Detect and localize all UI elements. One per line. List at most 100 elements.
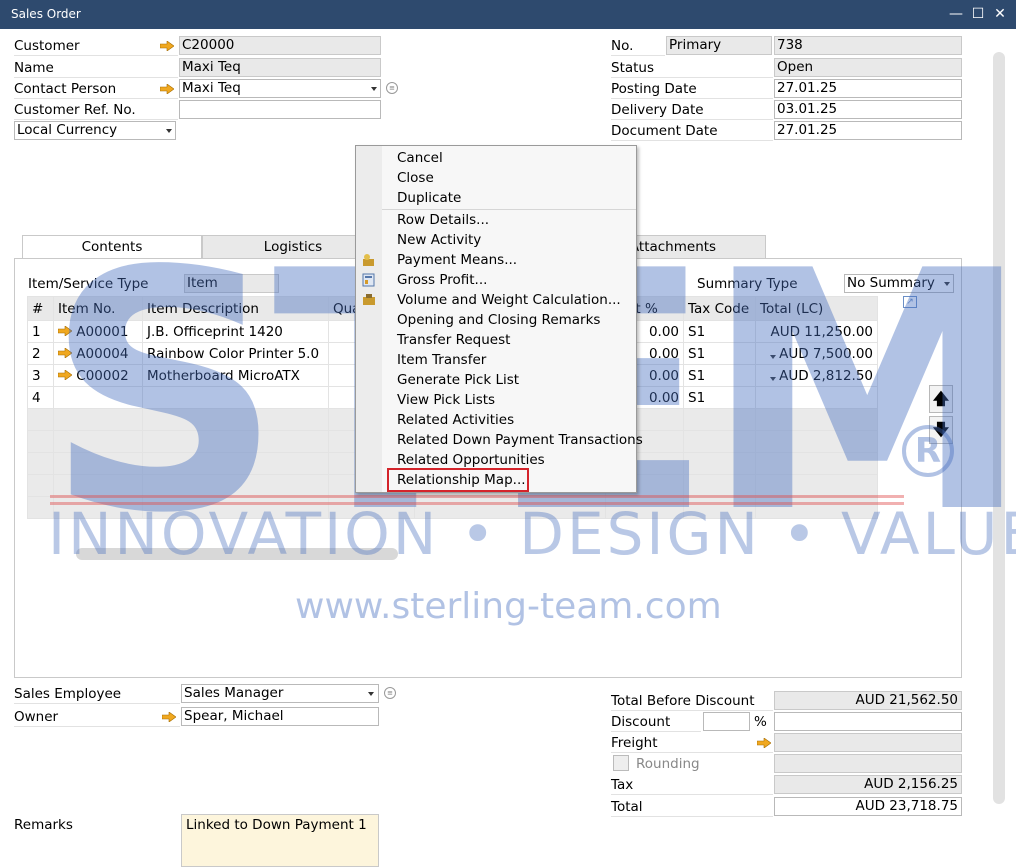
link-arrow-icon[interactable]: [757, 738, 771, 748]
menu-item-generate-pick-list[interactable]: Generate Pick List: [397, 370, 519, 390]
total-cell[interactable]: AUD 7,500.00: [755, 342, 878, 365]
item-no-cell[interactable]: A00004: [53, 342, 143, 365]
document-date-field[interactable]: 27.01.25: [774, 121, 962, 140]
menu-item-related-opportunities[interactable]: Related Opportunities: [397, 450, 545, 470]
currency-select[interactable]: Local Currency: [14, 121, 176, 140]
col-header[interactable]: Item Description: [142, 296, 329, 321]
expand-icon[interactable]: ↗: [903, 296, 917, 308]
name-field[interactable]: Maxi Teq: [179, 58, 381, 77]
chevron-down-icon[interactable]: [770, 377, 776, 381]
col-header[interactable]: Total (LC): [755, 296, 878, 321]
contact-person-select[interactable]: Maxi Teq: [179, 79, 381, 98]
sales-employee-label: Sales Employee: [14, 684, 180, 704]
tax-field[interactable]: AUD 2,156.25: [774, 775, 962, 794]
chevron-down-icon[interactable]: [371, 87, 377, 91]
status-field[interactable]: Open: [774, 58, 962, 77]
remarks-textarea[interactable]: Linked to Down Payment 1: [181, 814, 379, 867]
item-desc-cell[interactable]: Rainbow Color Printer 5.0: [142, 342, 329, 365]
link-arrow-icon[interactable]: [160, 84, 174, 94]
delivery-date-label: Delivery Date: [611, 100, 773, 120]
maximize-icon[interactable]: ☐: [968, 4, 988, 24]
tab-contents[interactable]: Contents: [22, 235, 202, 259]
total-cell[interactable]: [755, 386, 878, 409]
info-icon[interactable]: ≡: [386, 82, 398, 94]
link-arrow-icon[interactable]: [160, 41, 174, 51]
chevron-down-icon[interactable]: [770, 355, 776, 359]
contact-person-label: Contact Person: [14, 79, 178, 99]
close-icon[interactable]: ✕: [990, 4, 1010, 24]
item-desc-cell[interactable]: [142, 386, 329, 409]
col-header[interactable]: #: [27, 296, 54, 321]
freight-field[interactable]: [774, 733, 962, 752]
move-up-button[interactable]: 🡅: [929, 385, 953, 413]
item-no-cell[interactable]: A00001: [53, 320, 143, 343]
owner-field[interactable]: Spear, Michael: [181, 707, 379, 726]
tax-code-cell[interactable]: S1: [683, 386, 756, 409]
minimize-icon[interactable]: —: [946, 4, 966, 24]
item-no: A00004: [76, 345, 129, 362]
posting-date-label: Posting Date: [611, 79, 773, 99]
menu-item-duplicate[interactable]: Duplicate: [397, 188, 461, 208]
menu-item-row-details[interactable]: Row Details...: [397, 210, 489, 230]
menu-item-transfer-request[interactable]: Transfer Request: [397, 330, 510, 350]
empty-row: [27, 496, 878, 519]
vertical-scrollbar[interactable]: [993, 52, 1005, 804]
menu-item-gross-profit[interactable]: Gross Profit...: [397, 270, 487, 290]
rounding-checkbox[interactable]: [613, 755, 629, 771]
percent-sign: %: [754, 714, 767, 730]
link-arrow-icon[interactable]: [162, 712, 176, 722]
total-label: Total: [611, 797, 773, 817]
discount-amount-field[interactable]: [774, 712, 962, 731]
menu-item-related-activities[interactable]: Related Activities: [397, 410, 514, 430]
rounding-field[interactable]: [774, 754, 962, 773]
item-desc-cell[interactable]: J.B. Officeprint 1420: [142, 320, 329, 343]
menu-item-cancel[interactable]: Cancel: [397, 148, 443, 168]
info-icon[interactable]: ≡: [384, 687, 396, 699]
doc-number-field[interactable]: 738: [774, 36, 962, 55]
tax-code-cell[interactable]: S1: [683, 320, 756, 343]
total-cell[interactable]: AUD 11,250.00: [755, 320, 878, 343]
delivery-date-field[interactable]: 03.01.25: [774, 100, 962, 119]
freight-label: Freight: [611, 733, 773, 753]
menu-item-related-down-payment[interactable]: Related Down Payment Transactions: [397, 430, 643, 450]
chevron-down-icon[interactable]: [944, 282, 950, 286]
item-no-cell[interactable]: [53, 386, 143, 409]
rounding-label: Rounding: [636, 756, 700, 772]
total-cell[interactable]: AUD 2,812.50: [755, 364, 878, 387]
link-arrow-icon[interactable]: [57, 368, 73, 381]
sales-employee-select[interactable]: Sales Manager: [181, 684, 379, 703]
posting-date-field[interactable]: 27.01.25: [774, 79, 962, 98]
col-header[interactable]: Tax Code: [683, 296, 756, 321]
row-number: 1: [27, 320, 54, 343]
volume-weight-icon: [363, 294, 375, 305]
move-down-button[interactable]: 🡇: [929, 416, 953, 444]
tax-code-cell[interactable]: S1: [683, 364, 756, 387]
menu-item-opening-closing-remarks[interactable]: Opening and Closing Remarks: [397, 310, 600, 330]
link-arrow-icon[interactable]: [57, 324, 73, 337]
discount-percent-field[interactable]: [703, 712, 750, 731]
total-field[interactable]: AUD 23,718.75: [774, 797, 962, 816]
customer-ref-field[interactable]: [179, 100, 381, 119]
menu-item-item-transfer[interactable]: Item Transfer: [397, 350, 486, 370]
item-desc-cell[interactable]: Motherboard MicroATX: [142, 364, 329, 387]
customer-ref-label: Customer Ref. No.: [14, 100, 178, 120]
document-date-label: Document Date: [611, 121, 773, 141]
series-select[interactable]: Primary: [666, 36, 772, 55]
item-type-select[interactable]: Item: [184, 274, 279, 293]
chevron-down-icon[interactable]: [166, 129, 172, 133]
menu-item-close[interactable]: Close: [397, 168, 434, 188]
chevron-down-icon[interactable]: [368, 692, 374, 696]
link-arrow-icon[interactable]: [57, 346, 73, 359]
menu-item-volume-weight[interactable]: Volume and Weight Calculation...: [397, 290, 621, 310]
horizontal-scrollbar[interactable]: [76, 548, 398, 560]
customer-field[interactable]: C20000: [179, 36, 381, 55]
item-no-cell[interactable]: C00002: [53, 364, 143, 387]
menu-item-new-activity[interactable]: New Activity: [397, 230, 481, 250]
col-header[interactable]: Item No.: [53, 296, 143, 321]
menu-item-view-pick-lists[interactable]: View Pick Lists: [397, 390, 495, 410]
tax-code-cell[interactable]: S1: [683, 342, 756, 365]
menu-item-payment-means[interactable]: Payment Means...: [397, 250, 517, 270]
summary-type-select[interactable]: No Summary: [844, 274, 954, 293]
total-before-discount-label: Total Before Discount: [611, 691, 773, 711]
total-before-discount-field[interactable]: AUD 21,562.50: [774, 691, 962, 710]
